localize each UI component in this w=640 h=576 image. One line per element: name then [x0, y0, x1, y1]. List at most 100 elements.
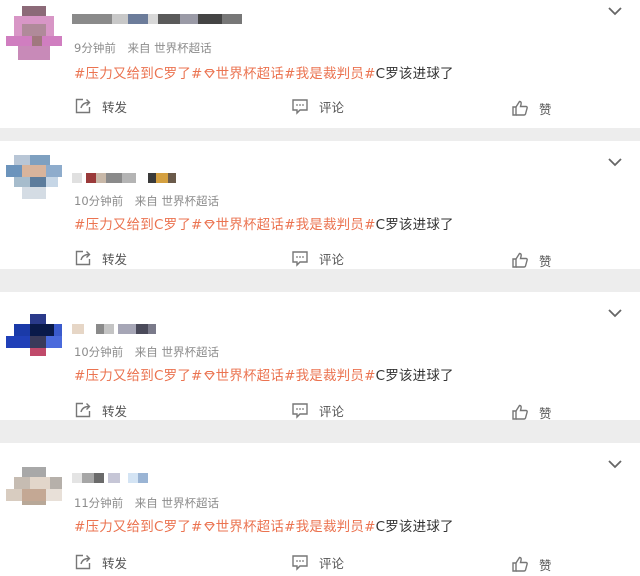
- diamond-icon: [203, 371, 215, 380]
- like-label: 赞: [539, 253, 552, 269]
- diamond-icon: [203, 69, 215, 78]
- username-pixelated[interactable]: [72, 324, 162, 336]
- avatar[interactable]: [6, 147, 62, 203]
- speech-bubble-icon: [292, 251, 308, 267]
- post-time[interactable]: 10分钟前: [74, 194, 123, 208]
- source-prefix: 来自: [127, 41, 151, 55]
- avatar[interactable]: [6, 6, 62, 62]
- supertopic-link[interactable]: 世界杯超话: [203, 217, 285, 233]
- thumbs-up-icon: [512, 404, 528, 420]
- like-label: 赞: [539, 405, 552, 421]
- hashtag-link[interactable]: #压力又给到C罗了#: [74, 66, 203, 82]
- chevron-down-icon[interactable]: [608, 308, 622, 318]
- hashtag-link[interactable]: #我是裁判员#: [284, 519, 376, 535]
- hashtag-link[interactable]: #我是裁判员#: [284, 217, 376, 233]
- post-card: 10分钟前 来自 世界杯超话 #压力又给到C罗了# 世界杯超话#我是裁判员#C罗该…: [0, 292, 640, 420]
- like-label: 赞: [539, 557, 552, 573]
- speech-bubble-icon: [292, 403, 308, 419]
- comment-button[interactable]: 评论: [291, 552, 344, 572]
- repost-button[interactable]: 转发: [74, 400, 127, 420]
- repost-button[interactable]: 转发: [74, 96, 127, 116]
- comment-label: 评论: [319, 251, 345, 267]
- chevron-down-icon[interactable]: [608, 459, 622, 469]
- post-meta: 10分钟前 来自 世界杯超话: [74, 344, 219, 360]
- username-pixelated[interactable]: [72, 14, 252, 26]
- like-button[interactable]: 赞: [511, 554, 552, 574]
- repost-label: 转发: [102, 403, 128, 419]
- action-bar: 转发 评论 赞: [0, 96, 640, 120]
- post-time[interactable]: 10分钟前: [74, 345, 123, 359]
- avatar[interactable]: [6, 298, 62, 356]
- action-bar: 转发 评论 赞: [0, 400, 640, 420]
- post-content: #压力又给到C罗了# 世界杯超话#我是裁判员#C罗该进球了: [74, 213, 454, 233]
- speech-bubble-icon: [292, 99, 308, 115]
- post-content: #压力又给到C罗了# 世界杯超话#我是裁判员#C罗该进球了: [74, 62, 454, 82]
- action-bar: 转发 评论 赞: [0, 248, 640, 269]
- post-content: #压力又给到C罗了# 世界杯超话#我是裁判员#C罗该进球了: [74, 515, 454, 535]
- post-card: 11分钟前 来自 世界杯超话 #压力又给到C罗了# 世界杯超话#我是裁判员#C罗该…: [0, 443, 640, 576]
- source-prefix: 来自: [134, 194, 158, 208]
- username-pixelated[interactable]: [72, 473, 162, 485]
- like-label: 赞: [539, 101, 552, 117]
- supertopic-label: 世界杯超话: [215, 217, 285, 233]
- source-prefix: 来自: [134, 345, 158, 359]
- diamond-icon: [203, 220, 215, 229]
- source-link[interactable]: 世界杯超话: [154, 41, 212, 55]
- avatar[interactable]: [6, 449, 62, 505]
- supertopic-label: 世界杯超话: [215, 368, 285, 384]
- supertopic-link[interactable]: 世界杯超话: [203, 519, 285, 535]
- supertopic-link[interactable]: 世界杯超话: [203, 368, 285, 384]
- hashtag-link[interactable]: #压力又给到C罗了#: [74, 368, 203, 384]
- post-text: C罗该进球了: [375, 368, 454, 384]
- like-button[interactable]: 赞: [511, 250, 552, 269]
- repost-button[interactable]: 转发: [74, 248, 127, 268]
- comment-label: 评论: [319, 555, 345, 571]
- post-text: C罗该进球了: [375, 217, 454, 233]
- post-source: 来自 世界杯超话: [135, 496, 219, 510]
- post-meta: 11分钟前 来自 世界杯超话: [74, 495, 219, 511]
- supertopic-label: 世界杯超话: [215, 519, 285, 535]
- post-content: #压力又给到C罗了# 世界杯超话#我是裁判员#C罗该进球了: [74, 364, 454, 384]
- thumbs-up-icon: [512, 252, 528, 268]
- post-time[interactable]: 11分钟前: [74, 496, 123, 510]
- comment-label: 评论: [319, 403, 345, 419]
- comment-button[interactable]: 评论: [291, 248, 344, 268]
- chevron-down-icon[interactable]: [608, 157, 622, 167]
- share-arrow-icon: [75, 402, 91, 418]
- supertopic-link[interactable]: 世界杯超话: [203, 66, 285, 82]
- post-text: C罗该进球了: [375, 66, 454, 82]
- username-pixelated[interactable]: [72, 173, 182, 185]
- repost-label: 转发: [102, 251, 128, 267]
- share-arrow-icon: [75, 250, 91, 266]
- hashtag-link[interactable]: #压力又给到C罗了#: [74, 519, 203, 535]
- share-arrow-icon: [75, 554, 91, 570]
- action-bar: 转发 评论 赞: [0, 552, 640, 576]
- post-source: 来自 世界杯超话: [135, 194, 219, 208]
- post-text: C罗该进球了: [375, 519, 454, 535]
- source-link[interactable]: 世界杯超话: [161, 496, 219, 510]
- supertopic-label: 世界杯超话: [215, 66, 285, 82]
- post-meta: 9分钟前 来自 世界杯超话: [74, 40, 212, 56]
- hashtag-link[interactable]: #我是裁判员#: [284, 368, 376, 384]
- comment-button[interactable]: 评论: [291, 96, 344, 116]
- repost-button[interactable]: 转发: [74, 552, 127, 572]
- comment-button[interactable]: 评论: [291, 400, 344, 420]
- post-meta: 10分钟前 来自 世界杯超话: [74, 193, 219, 209]
- post-time[interactable]: 9分钟前: [74, 41, 116, 55]
- post-source: 来自 世界杯超话: [135, 345, 219, 359]
- like-button[interactable]: 赞: [511, 98, 552, 118]
- like-button[interactable]: 赞: [511, 402, 552, 420]
- thumbs-up-icon: [512, 556, 528, 572]
- chevron-down-icon[interactable]: [608, 6, 622, 16]
- hashtag-link[interactable]: #我是裁判员#: [284, 66, 376, 82]
- source-link[interactable]: 世界杯超话: [161, 345, 219, 359]
- weibo-feed: 9分钟前 来自 世界杯超话 #压力又给到C罗了# 世界杯超话#我是裁判员#C罗该进…: [0, 0, 640, 576]
- repost-label: 转发: [102, 555, 128, 571]
- speech-bubble-icon: [292, 555, 308, 571]
- hashtag-link[interactable]: #压力又给到C罗了#: [74, 217, 203, 233]
- thumbs-up-icon: [512, 100, 528, 116]
- share-arrow-icon: [75, 98, 91, 114]
- source-link[interactable]: 世界杯超话: [161, 194, 219, 208]
- repost-label: 转发: [102, 99, 128, 115]
- post-card: 10分钟前 来自 世界杯超话 #压力又给到C罗了# 世界杯超话#我是裁判员#C罗该…: [0, 141, 640, 269]
